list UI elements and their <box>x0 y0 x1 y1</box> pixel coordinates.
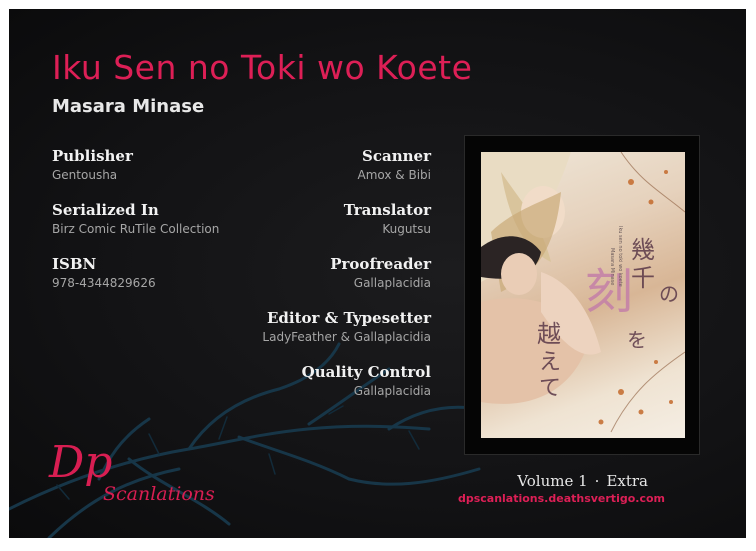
proofreader-value: Gallaplacidia <box>353 276 431 290</box>
credits-page: Iku Sen no Toki wo Koete Masara Minase P… <box>9 9 746 538</box>
logo-dp-text: Dp <box>49 437 113 488</box>
cover-kanji-8: て <box>539 376 562 401</box>
serialized-block: Serialized In Birz Comic RuTile Collecti… <box>52 201 219 236</box>
isbn-label: ISBN <box>52 255 97 273</box>
editor-typesetter-block: Editor & Typesetter LadyFeather & Gallap… <box>262 309 431 344</box>
proofreader-block: Proofreader Gallaplacidia <box>330 255 431 290</box>
serialized-label: Serialized In <box>52 201 159 219</box>
editor-typesetter-label: Editor & Typesetter <box>267 309 431 327</box>
quality-control-block: Quality Control Gallaplacidia <box>302 363 431 398</box>
author-name: Masara Minase <box>52 96 205 117</box>
serialized-value: Birz Comic RuTile Collection <box>52 222 220 236</box>
website-link[interactable]: dpscanlations.deathsvertigo.com <box>458 492 665 505</box>
dp-scanlations-logo: Dp Scanlations <box>45 437 245 517</box>
cover-illustration <box>481 152 685 433</box>
quality-control-label: Quality Control <box>301 363 431 381</box>
scanner-value: Amox & Bibi <box>357 168 431 182</box>
volume-extra: Extra <box>606 472 648 490</box>
proofreader-label: Proofreader <box>330 255 431 273</box>
quality-control-value: Gallaplacidia <box>353 384 431 398</box>
scanner-label: Scanner <box>362 147 431 165</box>
publisher-block: Publisher Gentousha <box>52 147 133 182</box>
manga-cover-image: 幾 千 の 刻 を 越 え て Iku sen no toki wo koete… <box>481 152 685 438</box>
volume-line: Volume 1 · Extra <box>517 472 648 490</box>
cover-kanji-2: 千 <box>631 264 655 292</box>
publisher-value: Gentousha <box>52 168 118 182</box>
volume-label: Volume 1 <box>517 472 588 490</box>
translator-label: Translator <box>343 201 431 219</box>
editor-typesetter-value: LadyFeather & Gallaplacidia <box>262 330 431 344</box>
cover-frame: 幾 千 の 刻 を 越 え て Iku sen no toki wo koete… <box>464 135 700 455</box>
volume-separator: · <box>594 472 600 490</box>
scanner-block: Scanner Amox & Bibi <box>358 147 431 182</box>
cover-small-title: Iku sen no toki wo koete <box>617 226 623 287</box>
logo-scanlations-text: Scanlations <box>103 483 215 505</box>
page-title: Iku Sen no Toki wo Koete <box>52 48 473 87</box>
translator-block: Translator Kugutsu <box>344 201 431 236</box>
cover-kanji-3: の <box>659 282 679 306</box>
isbn-block: ISBN 978-4344829626 <box>52 255 156 290</box>
translator-value: Kugutsu <box>382 222 431 236</box>
cover-small-author: Masara Minase <box>609 248 615 286</box>
publisher-label: Publisher <box>52 147 133 165</box>
cover-kanji-5: を <box>627 328 647 352</box>
isbn-value: 978-4344829626 <box>52 276 156 290</box>
